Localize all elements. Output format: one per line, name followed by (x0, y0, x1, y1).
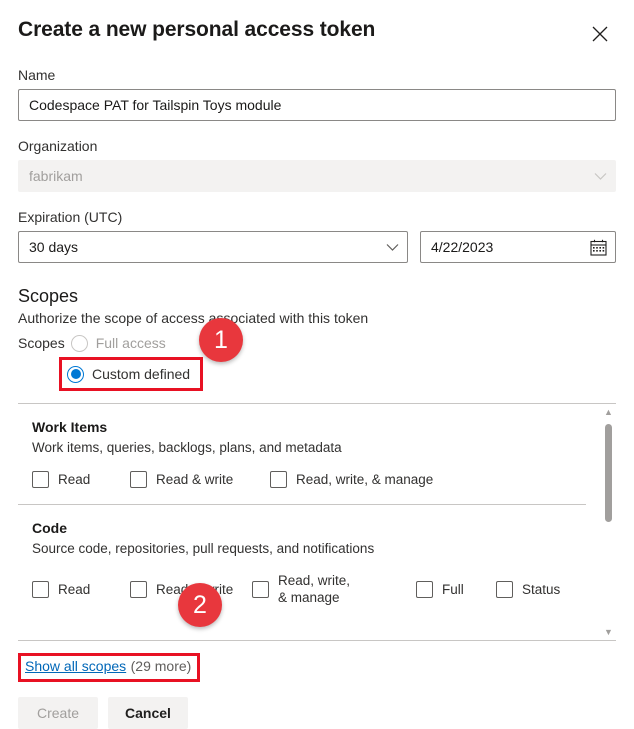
custom-defined-highlight: Custom defined (59, 357, 203, 391)
checkbox-work-items-read[interactable]: Read (32, 471, 130, 488)
scope-group-description: Source code, repositories, pull requests… (32, 539, 586, 558)
name-label: Name (18, 66, 616, 84)
expiration-date-input[interactable]: 4/22/2023 (420, 231, 616, 263)
create-button[interactable]: Create (18, 697, 98, 729)
checkbox-icon (496, 581, 513, 598)
annotation-badge-1: 1 (199, 318, 243, 362)
checkbox-icon (32, 471, 49, 488)
checkbox-label: Read, write, & manage (278, 572, 356, 606)
chevron-down-icon (594, 172, 607, 181)
organization-value: fabrikam (29, 168, 594, 184)
calendar-icon[interactable] (590, 239, 607, 256)
checkbox-code-full[interactable]: Full (416, 581, 496, 598)
expiration-duration-value: 30 days (29, 239, 386, 255)
scope-group-work-items: Work Items Work items, queries, backlogs… (18, 404, 586, 504)
checkbox-icon (130, 581, 147, 598)
radio-circle-icon (71, 335, 88, 352)
scrollbar-track[interactable] (601, 420, 616, 624)
checkbox-icon (130, 471, 147, 488)
scroll-up-arrow-icon[interactable]: ▲ (601, 404, 616, 420)
checkbox-work-items-read-write-manage[interactable]: Read, write, & manage (270, 471, 433, 488)
scrollbar-thumb[interactable] (605, 424, 612, 522)
organization-label: Organization (18, 137, 616, 155)
radio-custom-defined-label: Custom defined (92, 366, 190, 382)
expiration-duration-select[interactable]: 30 days (18, 231, 408, 263)
show-all-scopes-link[interactable]: Show all scopes (25, 658, 126, 674)
radio-custom-defined[interactable]: Custom defined (67, 362, 190, 386)
scope-permissions-row: Read Read & write Read, write, & manage … (32, 572, 586, 606)
annotation-badge-2: 2 (178, 583, 222, 627)
scope-group-name: Work Items (32, 418, 586, 437)
dialog-header: Create a new personal access token (18, 0, 616, 50)
expiration-label: Expiration (UTC) (18, 208, 616, 226)
checkbox-icon (270, 471, 287, 488)
scroll-down-arrow-icon[interactable]: ▼ (601, 624, 616, 640)
create-pat-dialog: Create a new personal access token Name … (0, 0, 634, 696)
scopes-list-panel: Work Items Work items, queries, backlogs… (18, 403, 616, 641)
scopes-description: Authorize the scope of access associated… (18, 309, 616, 327)
scopes-radio-group: Scopes Full access (18, 331, 616, 355)
checkbox-label: Read (58, 471, 90, 488)
cancel-button[interactable]: Cancel (108, 697, 188, 729)
scope-group-description: Work items, queries, backlogs, plans, an… (32, 438, 586, 457)
scopes-radio-label: Scopes (18, 331, 71, 355)
close-icon[interactable] (584, 18, 616, 50)
checkbox-icon (32, 581, 49, 598)
radio-circle-icon (67, 366, 84, 383)
show-all-scopes-count: (29 more) (131, 658, 192, 674)
dialog-footer-buttons: Create Cancel (18, 697, 616, 729)
checkbox-work-items-read-write[interactable]: Read & write (130, 471, 270, 488)
scope-group-name: Code (32, 519, 586, 538)
expiration-row: 30 days 4/22/2023 (18, 231, 616, 263)
expiration-date-value: 4/22/2023 (431, 239, 590, 255)
show-all-scopes-highlight: Show all scopes (29 more) (18, 653, 200, 682)
checkbox-label: Full (442, 581, 464, 598)
close-glyph (591, 25, 609, 43)
checkbox-label: Read & write (156, 471, 233, 488)
checkbox-code-read[interactable]: Read (32, 581, 130, 598)
scope-group-code: Code Source code, repositories, pull req… (18, 504, 586, 622)
checkbox-code-status[interactable]: Status (496, 581, 560, 598)
checkbox-label: Read, write, & manage (296, 471, 433, 488)
checkbox-label: Status (522, 581, 560, 598)
checkbox-code-read-write-manage[interactable]: Read, write, & manage (252, 572, 416, 606)
radio-full-access[interactable]: Full access (71, 331, 166, 355)
chevron-down-icon (386, 243, 399, 252)
name-input[interactable] (18, 89, 616, 121)
checkbox-icon (252, 581, 269, 598)
checkbox-label: Read (58, 581, 90, 598)
organization-select: fabrikam (18, 160, 616, 192)
checkbox-icon (416, 581, 433, 598)
scope-permissions-row: Read Read & write Read, write, & manage (32, 471, 586, 488)
page-title: Create a new personal access token (18, 16, 375, 44)
radio-full-access-label: Full access (96, 335, 166, 351)
scopes-scrollbar[interactable]: ▲ ▼ (600, 404, 616, 640)
scopes-heading: Scopes (18, 285, 616, 307)
